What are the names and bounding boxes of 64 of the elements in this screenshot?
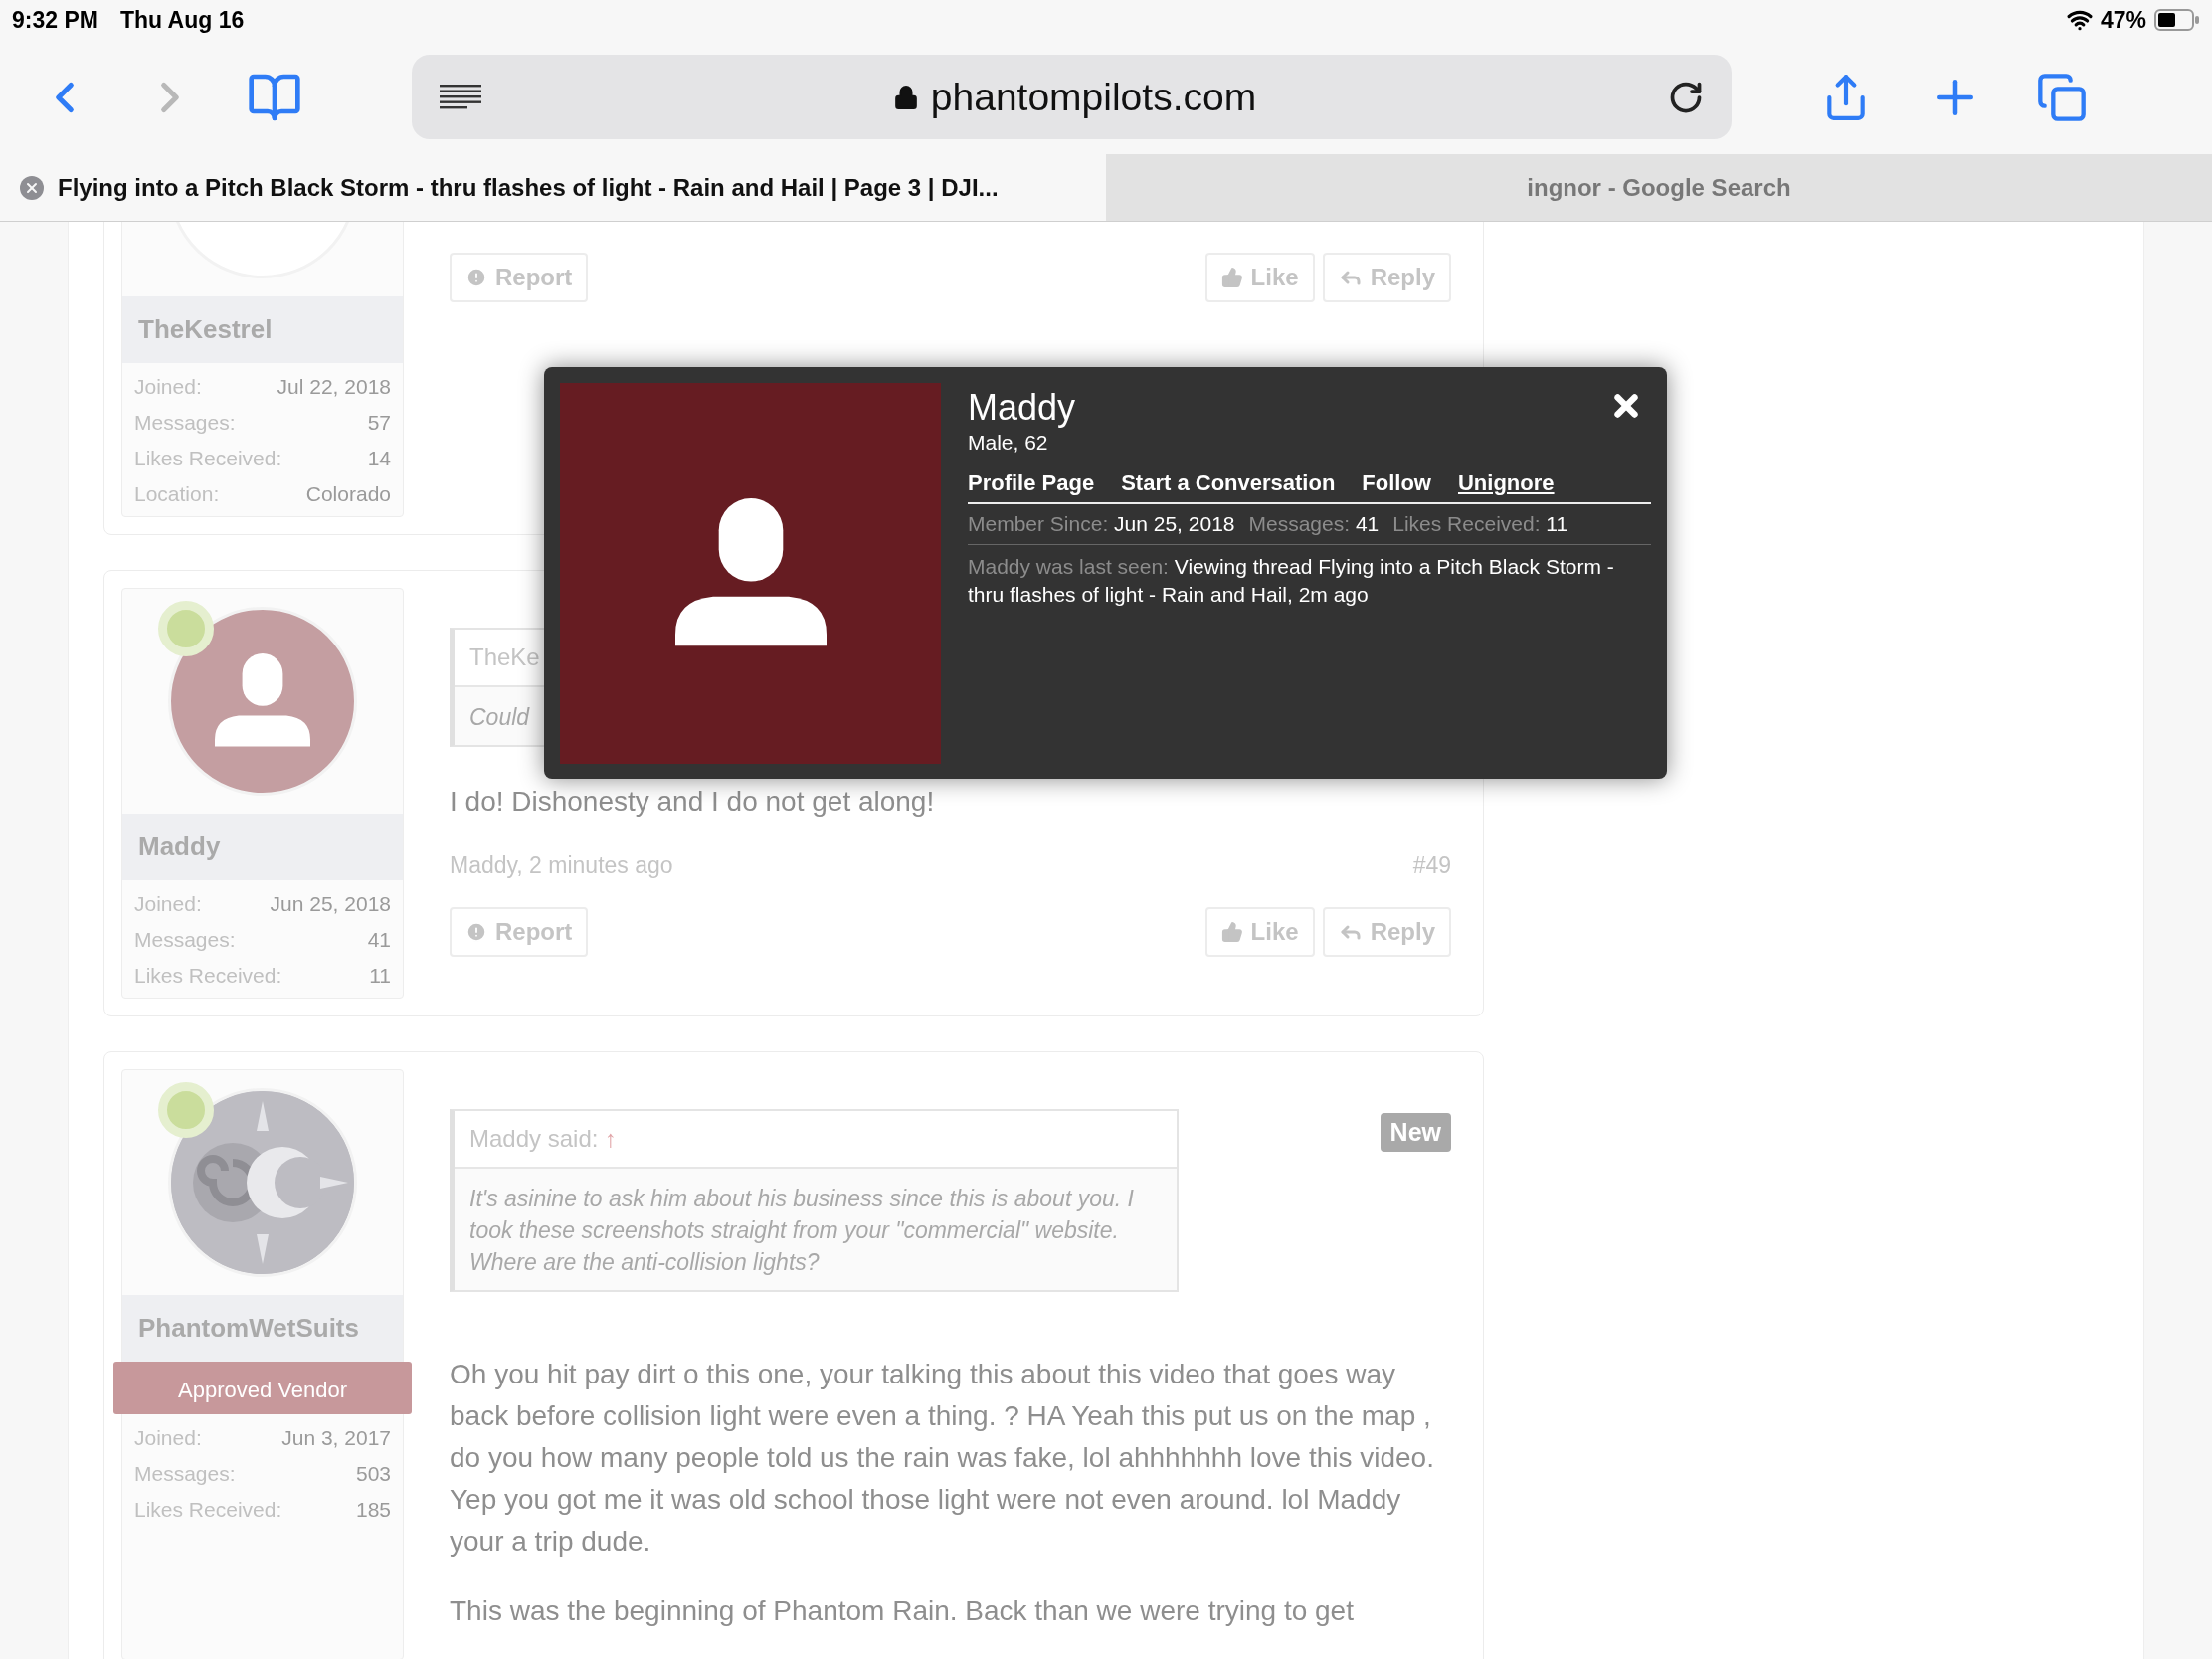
tabs-button[interactable] [2036, 71, 2088, 123]
profile-name: Maddy [968, 387, 1076, 429]
username: TheKestrel [138, 314, 273, 345]
alert-icon [465, 267, 487, 288]
stat-label: Location: [134, 482, 220, 506]
profile-stat: Messages: 41 [1248, 512, 1380, 536]
stat-value: 503 [355, 1462, 391, 1486]
profile-link[interactable]: Follow [1362, 470, 1431, 496]
address-bar[interactable]: phantompilots.com [412, 55, 1732, 139]
report-button[interactable]: Report [450, 907, 589, 957]
vendor-banner: Approved Vendor [113, 1362, 412, 1414]
stat-value: Jun 25, 2018 [270, 892, 391, 916]
profile-stat: Likes Received: 11 [1392, 512, 1568, 536]
alert-icon [465, 921, 487, 943]
stat-label: Joined: [134, 375, 202, 399]
browser-tab[interactable]: ingnor - Google Search [1106, 154, 2212, 221]
stat-label: Joined: [134, 1426, 202, 1450]
stat-label: Likes Received: [134, 964, 282, 988]
battery-icon [2154, 9, 2200, 31]
quote-author: Maddy said: ↑ [455, 1111, 1177, 1169]
stat-label: Messages: [134, 1462, 236, 1486]
message-text: I do! Dishonesty and I do not get along! [450, 785, 936, 819]
quote-text: Could [468, 703, 531, 732]
status-date: Thu Aug 16 [119, 6, 245, 34]
like-button[interactable]: Like [1204, 907, 1315, 957]
stat-value: Colorado [305, 482, 391, 506]
status-time: 9:32 PM [12, 6, 98, 34]
stat-label: Messages: [134, 411, 236, 435]
report-button[interactable]: Report [450, 253, 589, 302]
reply-button[interactable]: Reply [1322, 907, 1451, 957]
like-button[interactable]: Like [1204, 253, 1315, 302]
message-text: This was the beginning of Phantom Rain. Back than we were trying to get [450, 1594, 1355, 1628]
new-badge: New [1380, 1113, 1451, 1152]
post-number[interactable]: #49 [1412, 852, 1451, 879]
stat-value: 41 [367, 928, 391, 952]
reader-icon[interactable] [440, 84, 481, 110]
stat-value: 14 [367, 447, 391, 470]
stat-label: Likes Received: [134, 1498, 282, 1522]
profile-link[interactable]: Unignore [1458, 470, 1555, 496]
url-text: phantompilots.com [930, 75, 1257, 119]
thumbs-up-icon [1220, 267, 1243, 288]
stat-label: Joined: [134, 892, 202, 916]
username: Maddy [138, 831, 221, 862]
stat-label: Messages: [134, 928, 236, 952]
post-meta: Maddy, 2 minutes ago [450, 852, 673, 879]
profile-subtitle: Male, 62 [968, 431, 1049, 455]
stat-value: Jun 3, 2017 [281, 1426, 391, 1450]
battery-percent: 47% [2100, 6, 2146, 34]
profile-link[interactable]: Profile Page [968, 470, 1095, 496]
close-tab-icon[interactable] [20, 175, 44, 200]
lock-icon [892, 84, 919, 110]
quote-text: It's asinine to ask him about his business since this is about you. I took these screenshots straight from your "commercial" website. Where are the anti-collision lights? [468, 1185, 1135, 1277]
thumbs-up-icon [1220, 921, 1243, 943]
stat-value: Jul 22, 2018 [276, 375, 391, 399]
stat-value: 57 [367, 411, 391, 435]
reply-button[interactable]: Reply [1322, 253, 1451, 302]
username: PhantomWetSuits [138, 1313, 359, 1344]
stat-value: 11 [369, 964, 391, 988]
last-seen-text: Maddy was last seen: Viewing thread Flying into a Pitch Black Storm - thru flashes of light - Rain and Hail, 2m ago [968, 554, 1615, 608]
stat-value: 185 [355, 1498, 391, 1522]
profile-stat: Member Since: Jun 25, 2018 [968, 512, 1235, 536]
profile-link[interactable]: Start a Conversation [1121, 470, 1336, 496]
message-text: Oh you hit pay dirt o this one, your talking this about this video that goes way back before collision light were even a thing. ? HA Yeah this put us on the map , do you how many people told us the rain was fake, lol ahhhhhhh love this video. Yep you got me it was old school those light were not even around. lol Maddy your a trip dude. [450, 1358, 1435, 1559]
stat-label: Likes Received: [134, 447, 282, 470]
